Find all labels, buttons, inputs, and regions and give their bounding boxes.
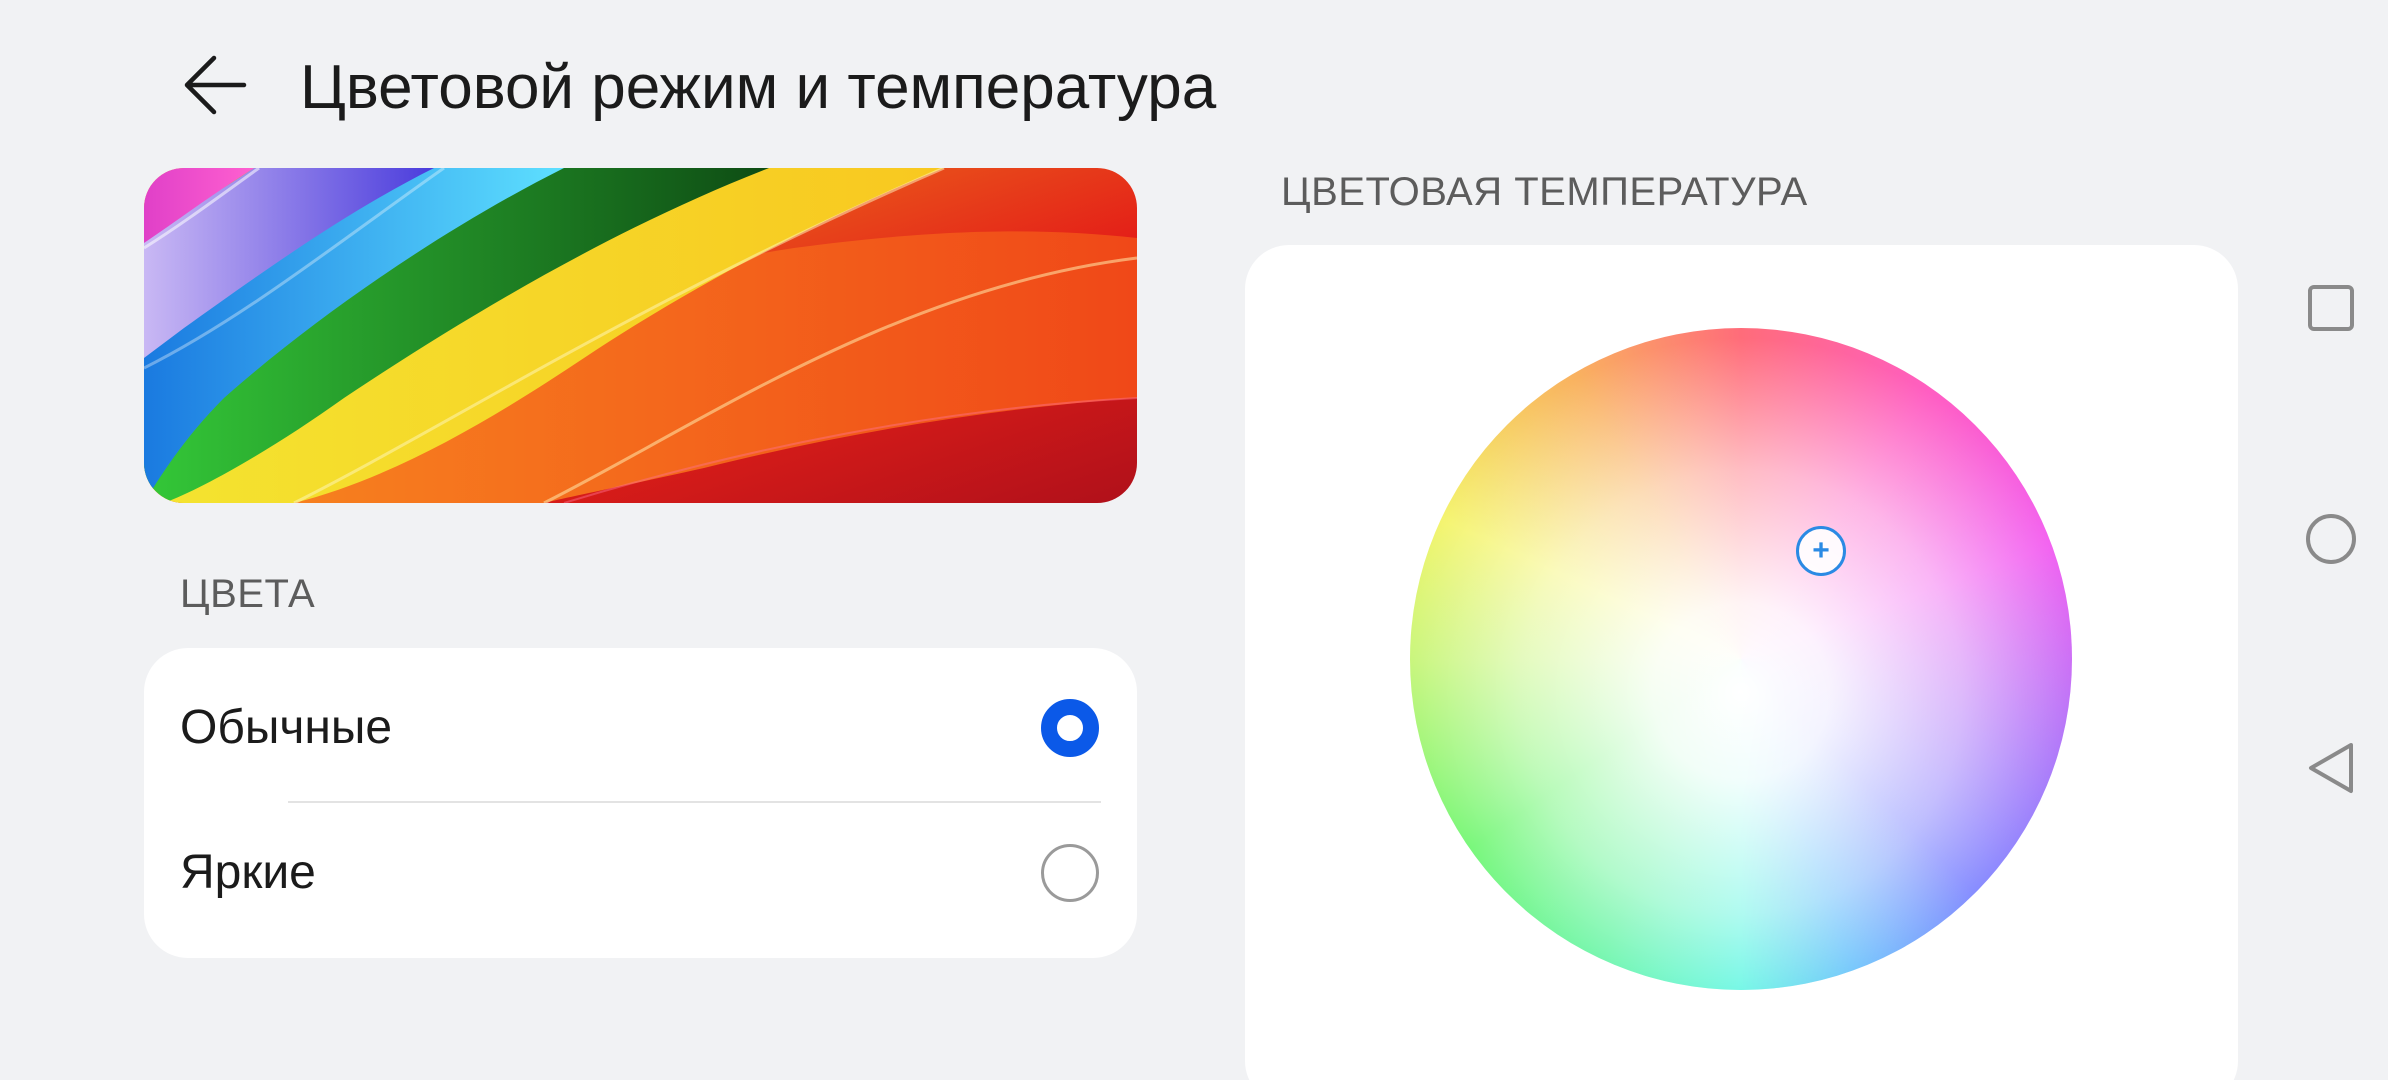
color-mode-settings-screen: Цветовой режим и температура ЦВЕТА Обычн…	[0, 0, 2388, 1080]
triangle-back-icon	[2309, 743, 2353, 793]
square-icon	[2308, 285, 2354, 331]
nav-back-button[interactable]	[2300, 737, 2362, 799]
color-temperature-section-title: ЦВЕТОВАЯ ТЕМПЕРАТУРА	[1281, 170, 1808, 214]
colors-card: Обычные Яркие	[144, 648, 1137, 958]
radio-normal-checked[interactable]	[1041, 699, 1099, 757]
option-normal-label: Обычные	[180, 701, 393, 754]
option-vivid[interactable]: Яркие	[144, 803, 1137, 943]
color-wheel-handle[interactable]: +	[1796, 526, 1846, 576]
radio-vivid-unchecked[interactable]	[1041, 844, 1099, 902]
arrow-left-icon	[184, 55, 247, 115]
circle-icon	[2306, 514, 2356, 564]
color-preview-image	[144, 168, 1137, 503]
home-button[interactable]	[2300, 508, 2362, 570]
option-normal[interactable]: Обычные	[144, 658, 1137, 798]
colors-section-title: ЦВЕТА	[180, 572, 316, 616]
recent-apps-button[interactable]	[2300, 277, 2362, 339]
page-title: Цветовой режим и температура	[300, 53, 1217, 122]
plus-icon: +	[1812, 534, 1830, 567]
color-temperature-card	[1245, 245, 2238, 1080]
back-button[interactable]	[170, 45, 260, 125]
option-vivid-label: Яркие	[180, 846, 316, 899]
color-wheel[interactable]	[1410, 328, 2072, 990]
